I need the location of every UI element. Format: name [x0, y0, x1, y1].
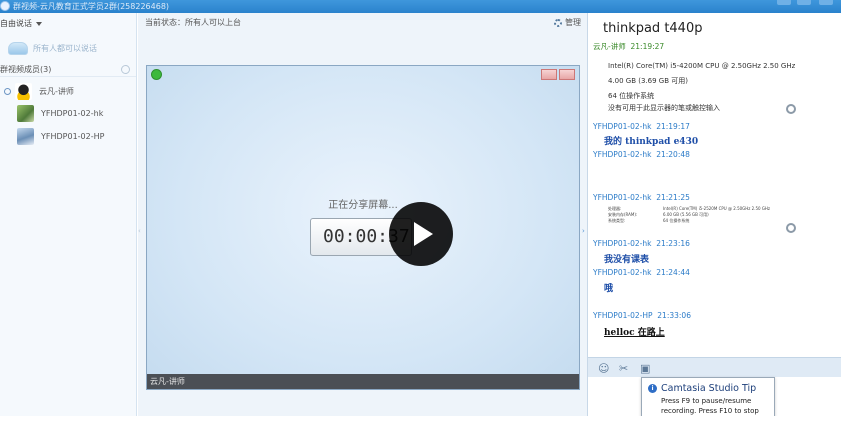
info-icon: i [648, 384, 657, 393]
message-header: YFHDP01-02-hk 21:20:48 [593, 150, 690, 159]
collapse-left-icon[interactable]: ‹ [138, 227, 143, 236]
chat-toolbar: ☺ ✂ ▣ [588, 357, 841, 377]
cloud-speak-icon [8, 42, 28, 55]
window-title: 群视频-云凡教育正式学员2群(258226468) [13, 2, 170, 11]
all-speak-label: 所有人都可以说话 [33, 44, 97, 53]
app-icon [0, 1, 10, 11]
avatar [17, 105, 34, 122]
free-talk-dropdown[interactable]: 自由说话 [0, 18, 42, 30]
chat-message-text: 我的 thinkpad e430 [604, 137, 699, 147]
screen-share-stage[interactable]: 正在分享屏幕... 00:00:37 云凡-讲师 [146, 65, 580, 390]
gear-icon [554, 18, 562, 27]
mic-off-icon[interactable] [541, 69, 557, 80]
camtasia-tip-popup: i Camtasia Studio Tip Press F9 to pause/… [641, 377, 775, 418]
qq-penguin-avatar [15, 83, 32, 100]
close-button[interactable] [819, 0, 833, 5]
video-area: 当前状态：所有人可以上台 管理 ‹ › 正在分享屏幕... 00:00:37 云… [138, 13, 587, 416]
all-speak-item[interactable]: 所有人都可以说话 [8, 41, 97, 57]
chat-message-text: thinkpad t440p [603, 21, 703, 36]
shared-image-spec[interactable]: Intel(R) Core(TM) i5-4200M CPU @ 2.50GHz… [608, 54, 802, 119]
message-header: YFHDP01-02-hk 21:21:25 [593, 193, 690, 202]
title-bar: 群视频-云凡教育正式学员2群(258226468) [0, 0, 841, 13]
video-play-button[interactable] [389, 202, 453, 266]
member-item-hp[interactable]: YFHDP01-02-HP [17, 128, 104, 146]
member-name: 云凡-讲师 [39, 87, 74, 96]
live-indicator-icon [151, 69, 162, 80]
manage-label: 管理 [565, 18, 581, 27]
stage-owner-bar: 云凡-讲师 [147, 374, 579, 389]
invite-member-icon[interactable] [121, 65, 130, 74]
chat-message-text: 哦 [604, 284, 614, 294]
member-item-hk[interactable]: YFHDP01-02-hk [17, 105, 103, 123]
smile-icon[interactable]: ☺ [598, 362, 609, 375]
minimize-button[interactable] [777, 0, 791, 5]
stage-owner-name: 云凡-讲师 [150, 377, 185, 386]
zoom-image-icon[interactable] [786, 104, 796, 114]
free-talk-label: 自由说话 [0, 19, 32, 28]
message-header: YFHDP01-02-hk 21:19:17 [593, 122, 690, 131]
message-header: YFHDP01-02-hk 21:23:16 [593, 239, 690, 248]
tip-title: Camtasia Studio Tip [661, 383, 757, 394]
message-header: 云凡-讲师 21:19:27 [593, 42, 665, 51]
member-item-teacher[interactable]: 云凡-讲师 [4, 83, 74, 101]
chat-message-text: helloc 在路上 [604, 328, 665, 338]
caret-down-icon [36, 21, 42, 26]
shared-image-spec-small[interactable]: 处理器: Intel(R) Core(TM) i5-2520M CPU @ 2.5… [608, 206, 798, 236]
message-header: YFHDP01-02-hk 21:24:44 [593, 268, 690, 277]
chat-panel: thinkpad t440p 云凡-讲师 21:19:27 Intel(R) C… [587, 13, 841, 418]
stage-status: 当前状态：所有人可以上台 [145, 18, 241, 27]
members-header: 群视频成员(3) [0, 63, 136, 77]
camera-off-icon[interactable] [559, 69, 575, 80]
play-icon [414, 222, 433, 246]
member-name: YFHDP01-02-hk [41, 109, 104, 118]
avatar [17, 128, 34, 145]
member-sidebar: 自由说话 所有人都可以说话 群视频成员(3) 云凡-讲师 YFHDP01-02-… [0, 13, 137, 416]
chat-message-text: 我没有课表 [604, 255, 650, 265]
message-header: YFHDP01-02-HP 21:33:06 [593, 311, 691, 320]
tip-body: Press F9 to pause/resume recording. Pres… [661, 397, 759, 415]
maximize-button[interactable] [797, 0, 811, 5]
manage-button[interactable]: 管理 [554, 17, 581, 29]
image-icon[interactable]: ▣ [640, 362, 650, 375]
members-count-label: 群视频成员(3) [0, 65, 52, 74]
bottom-strip [0, 416, 841, 439]
zoom-image-icon[interactable] [786, 223, 796, 233]
admin-badge-icon [4, 88, 11, 95]
sharing-screen-text: 正在分享屏幕... [328, 200, 398, 211]
member-name: YFHDP01-02-HP [41, 132, 105, 141]
scissors-icon[interactable]: ✂ [619, 362, 628, 375]
